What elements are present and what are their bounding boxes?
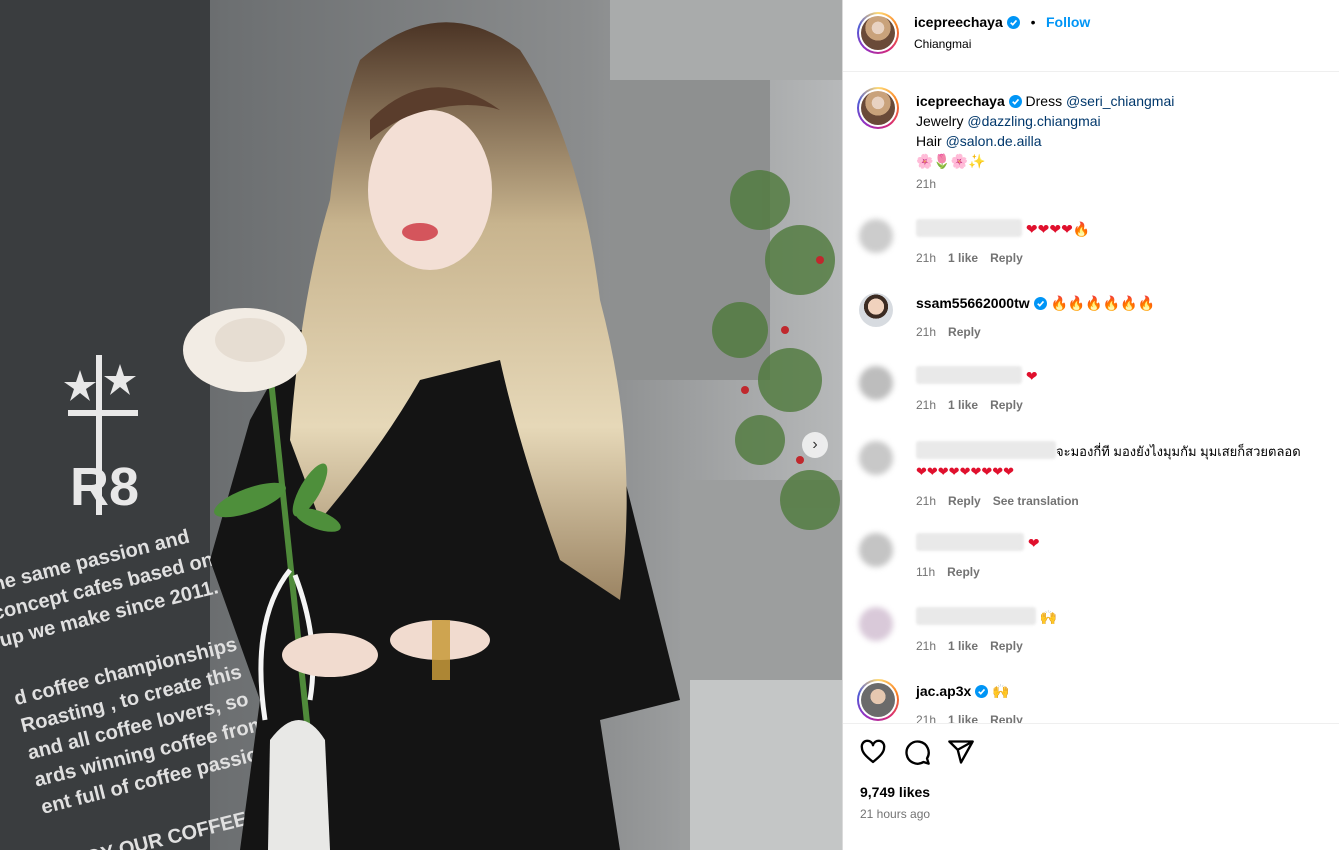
reply-button[interactable]: Reply [990,713,1023,723]
comment-text-hearts: ❤❤❤❤❤❤❤❤❤ [916,465,1015,480]
reply-button[interactable]: Reply [990,398,1023,412]
follow-button[interactable]: Follow [1046,14,1090,30]
caption-jewelry-label: Jewelry [916,113,964,129]
reply-button[interactable]: Reply [990,251,1023,265]
comment-time[interactable]: 21h [916,325,936,339]
caption-username[interactable]: icepreechaya [916,93,1005,109]
comment-bubble-icon[interactable] [903,738,931,766]
comment-text: 🙌 [1039,610,1058,626]
likes-count[interactable]: 9,749 likes [860,784,930,800]
commenter-username[interactable]: ssam55662000tw [916,295,1030,311]
post-time-ago[interactable]: 21 hours ago [860,807,930,821]
commenter-avatar[interactable] [859,607,893,641]
redacted-username [916,219,1022,237]
caption-dress-label: Dress [1025,93,1063,109]
comment-time[interactable]: 21h [916,713,936,723]
verified-badge-icon [1033,297,1047,310]
verified-badge-icon [975,685,989,698]
commenter-username[interactable]: jac.ap3x [916,683,971,699]
next-photo-button[interactable]: › [802,432,828,458]
comment-likes[interactable]: 1 like [948,398,978,412]
comment-text: 🙌 [992,684,1010,700]
comment-time[interactable]: 21h [916,494,936,508]
redacted-username [916,366,1022,384]
header-separator: • [1030,14,1036,30]
comment-text: ❤❤❤❤🔥 [1025,222,1091,238]
reply-button[interactable]: Reply [947,565,980,579]
comment-text: ❤ [1027,536,1040,552]
like-heart-icon[interactable] [859,738,887,766]
reply-button[interactable]: Reply [990,639,1023,653]
see-translation-button[interactable]: See translation [993,494,1079,508]
comment-text: ❤ [1025,369,1038,385]
commenter-avatar[interactable] [859,441,893,475]
commenter-avatar[interactable] [859,533,893,567]
comment-time[interactable]: 21h [916,639,936,653]
redacted-username [916,533,1024,551]
verified-badge-icon [1008,95,1022,108]
share-send-icon[interactable] [947,738,975,766]
comment-time[interactable]: 21h [916,398,936,412]
author-username[interactable]: icepreechaya [914,14,1003,30]
caption-avatar[interactable] [857,87,899,129]
comments-list[interactable]: icepreechaya Dress @seri_chiangmai Jewel… [843,73,1339,723]
comment-likes[interactable]: 1 like [948,639,978,653]
mention-link[interactable]: @salon.de.ailla [946,133,1042,149]
post-location[interactable]: Chiangmai [914,37,971,51]
signage-logo: R8 [70,457,139,517]
mention-link[interactable]: @seri_chiangmai [1066,93,1174,109]
commenter-avatar[interactable] [857,679,899,721]
comment-time[interactable]: 21h [916,251,936,265]
post-actions: 9,749 likes 21 hours ago [843,723,1339,850]
post-header: icepreechaya • Follow Chiangmai [843,0,1339,72]
post-photo: R8 the same passion and concept cafes ba… [0,0,842,850]
reply-button[interactable]: Reply [948,325,981,339]
post-side-panel: icepreechaya • Follow Chiangmai icepreec… [842,0,1339,850]
comment-likes[interactable]: 1 like [948,251,978,265]
reply-button[interactable]: Reply [948,494,981,508]
caption-emojis: 🌸🌷🌸✨ [916,154,986,170]
caption-hair-label: Hair [916,133,942,149]
author-avatar[interactable] [857,12,899,54]
commenter-avatar[interactable] [859,219,893,253]
redacted-username [916,441,1056,459]
post-image[interactable]: R8 the same passion and concept cafes ba… [0,0,842,850]
redacted-username [916,607,1036,625]
verified-badge-icon [1007,16,1021,29]
commenter-avatar[interactable] [859,293,893,327]
caption-time[interactable]: 21h [916,177,936,191]
commenter-avatar[interactable] [859,366,893,400]
comment-time[interactable]: 11h [916,565,935,579]
comment-text: จะมองกี่ที มองยังไงมุมกัม มุมเสยก็สวยตลอ… [1056,444,1301,459]
comment-likes[interactable]: 1 like [948,713,978,723]
comment-text: 🔥🔥🔥🔥🔥🔥 [1050,296,1156,312]
mention-link[interactable]: @dazzling.chiangmai [967,113,1100,129]
